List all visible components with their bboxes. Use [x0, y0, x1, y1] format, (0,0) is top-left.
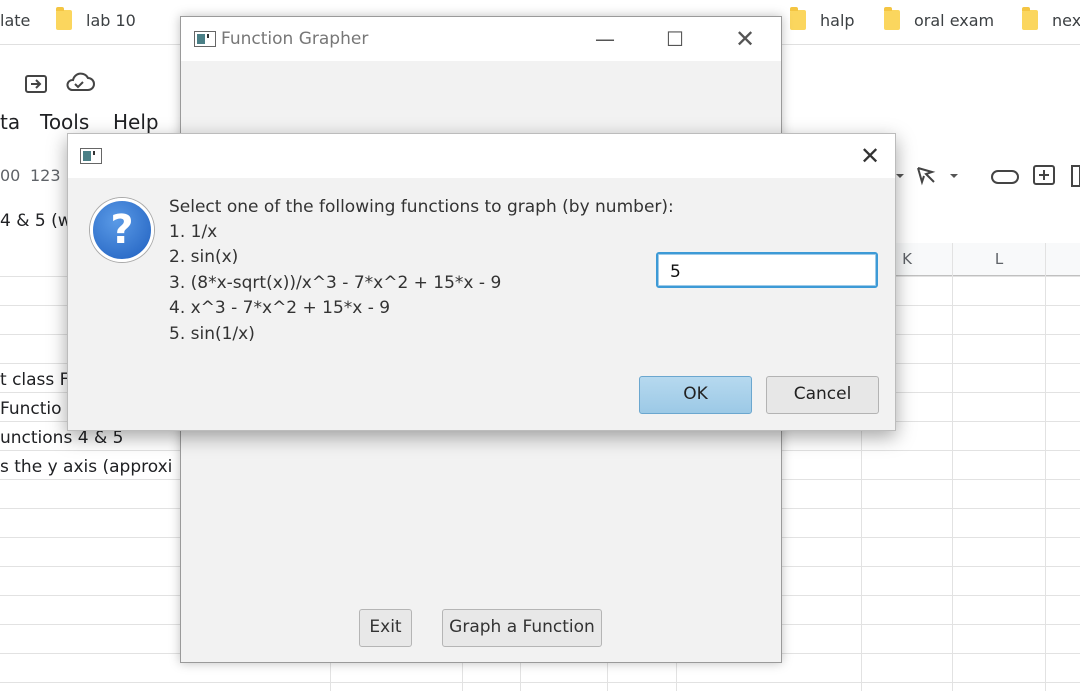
- function-option: 4. x^3 - 7*x^2 + 15*x - 9: [169, 298, 391, 318]
- function-option: 5. sin(1/x): [169, 324, 255, 344]
- ok-button[interactable]: OK: [639, 376, 752, 414]
- minimize-icon[interactable]: —: [582, 25, 628, 53]
- row-divider: [0, 682, 1080, 683]
- column-header-m[interactable]: [1046, 243, 1080, 276]
- close-icon[interactable]: ✕: [850, 142, 890, 170]
- cell-text[interactable]: s the y axis (approxi: [0, 457, 178, 477]
- cancel-button[interactable]: Cancel: [766, 376, 879, 414]
- maximize-icon[interactable]: ☐: [652, 25, 698, 53]
- name-box[interactable]: 4 & 5 (wi: [0, 211, 76, 231]
- bookmark-next[interactable]: nex: [1022, 7, 1080, 32]
- bookmark-oral-exam[interactable]: oral exam: [884, 7, 995, 32]
- menu-tools[interactable]: Tools: [40, 110, 89, 134]
- menu-help[interactable]: Help: [113, 110, 159, 134]
- bookmark-label: lab 10: [86, 11, 136, 30]
- move-to-folder-icon[interactable]: [24, 72, 96, 96]
- graph-function-button[interactable]: Graph a Function: [442, 609, 602, 647]
- java-app-icon: [194, 31, 216, 47]
- function-number-input[interactable]: 5: [656, 252, 878, 288]
- folder-icon: [1022, 7, 1038, 30]
- dialog-prompt: Select one of the following functions to…: [169, 197, 674, 217]
- bookmark-halp[interactable]: halp: [790, 7, 855, 32]
- folder-icon: [56, 7, 72, 30]
- toolbar-decimal[interactable]: 00: [0, 166, 20, 185]
- bookmark-label: late: [0, 11, 31, 30]
- bookmark-label: nex: [1052, 11, 1080, 30]
- cell-text[interactable]: unctions 4 & 5: [0, 428, 178, 448]
- dialog-titlebar[interactable]: ✕: [68, 134, 895, 178]
- bookmark-label: halp: [820, 11, 855, 30]
- toolbar-format-number[interactable]: 123: [30, 166, 61, 185]
- toolbar-icons-right: [896, 165, 1080, 187]
- function-option: 2. sin(x): [169, 247, 239, 267]
- folder-icon: [884, 7, 900, 30]
- close-icon[interactable]: ✕: [722, 25, 768, 53]
- bookmark-label: oral exam: [914, 11, 995, 30]
- bookmark-lab-10[interactable]: lab 10: [56, 7, 136, 32]
- question-icon: ?: [90, 198, 154, 262]
- function-option: 3. (8*x-sqrt(x))/x^3 - 7*x^2 + 15*x - 9: [169, 273, 502, 293]
- exit-button[interactable]: Exit: [359, 609, 412, 647]
- window-titlebar[interactable]: Function Grapher — ☐ ✕: [181, 17, 781, 61]
- java-app-icon: [80, 148, 102, 164]
- column-header-l[interactable]: L: [953, 243, 1045, 276]
- menu-data[interactable]: ta: [0, 110, 20, 134]
- folder-icon: [790, 7, 806, 30]
- bookmark-late[interactable]: late: [0, 10, 30, 32]
- function-option: 1. 1/x: [169, 222, 218, 242]
- function-select-dialog: ✕ ? Select one of the following function…: [67, 133, 896, 431]
- window-title: Function Grapher: [221, 29, 369, 49]
